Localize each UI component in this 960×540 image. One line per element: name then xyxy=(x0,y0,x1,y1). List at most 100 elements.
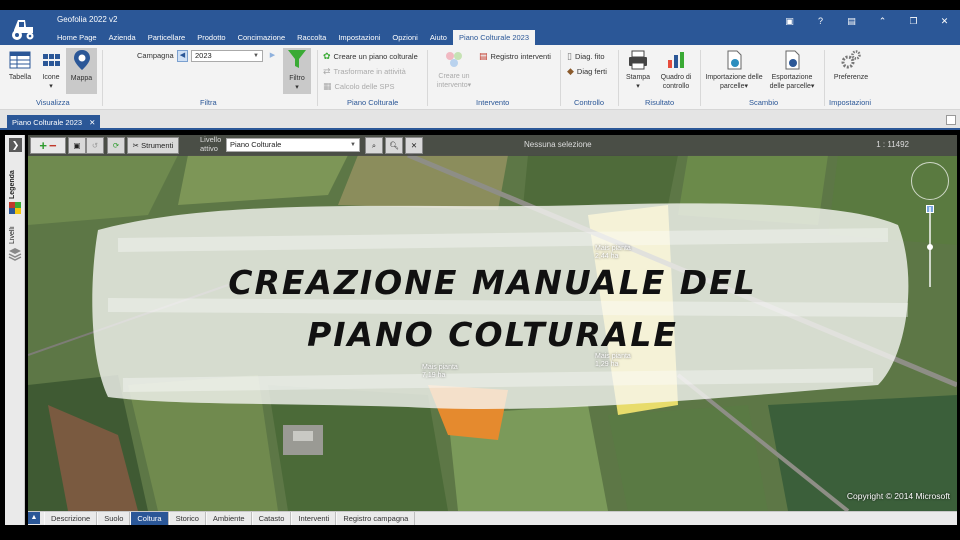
table-icon xyxy=(9,51,31,69)
close-icon[interactable]: ✕ xyxy=(929,14,960,28)
plant-icon: ✿ xyxy=(323,51,331,61)
registro-interventi-button[interactable]: ▤ Registro interventi xyxy=(479,51,551,62)
chevron-down-icon: ▾ xyxy=(810,83,815,90)
group-label-intervento: Intervento xyxy=(476,98,510,107)
campagna-label: Campagna xyxy=(137,51,174,60)
diag-fito-button[interactable]: ▯ Diag. fito xyxy=(567,51,605,62)
map-scale: 1 : 11492 xyxy=(876,140,909,149)
chevron-down-icon: ▾ xyxy=(467,82,472,89)
menu-aiuto[interactable]: Aiuto xyxy=(424,30,453,45)
esportazione-parcelle-button[interactable]: Esportazione delle parcelle▾ xyxy=(764,49,820,95)
map-view[interactable]: Mais pianta 2,44 ha Mais pianta 1,29 ha Ma… xyxy=(28,135,957,511)
chevron-down-icon: ▼ xyxy=(350,142,356,148)
group-label-risultato: Risultato xyxy=(645,98,675,107)
chevron-down-icon: ▾ xyxy=(636,83,640,90)
trasformare-button[interactable]: ⇄ Trasformare in attività xyxy=(323,66,406,77)
creare-intervento-button[interactable]: Creare un intervento▾ xyxy=(432,48,476,94)
menu-prodotto[interactable]: Prodotto xyxy=(191,30,231,45)
expand-panel-icon[interactable]: ❯ xyxy=(9,138,22,152)
transform-icon: ⇄ xyxy=(323,66,331,76)
stampa-button[interactable]: Stampa ▾ xyxy=(622,49,654,95)
diag-ferti-button[interactable]: ◆ Diag ferti xyxy=(567,66,607,77)
intervention-icon xyxy=(446,52,462,67)
fertilizer-icon: ◆ xyxy=(567,66,574,76)
zoom-slider-handle[interactable] xyxy=(927,244,933,250)
screen-icon[interactable]: ▣ xyxy=(774,14,805,28)
tab-storico[interactable]: Storico xyxy=(168,512,206,525)
menu-opzioni[interactable]: Opzioni xyxy=(386,30,423,45)
restore-icon[interactable]: ❐ xyxy=(898,14,929,28)
group-label-scambio: Scambio xyxy=(749,98,779,107)
selection-status: Nessuna selezione xyxy=(524,140,592,149)
add-remove-buttons: + − xyxy=(30,137,66,154)
filtro-button[interactable]: Filtro ▾ xyxy=(283,48,311,94)
window-controls: ▣ ? ▤ ⌃ ❐ ✕ xyxy=(774,14,960,28)
prev-campagna-button[interactable]: ◀ xyxy=(177,50,188,62)
tab-livelli[interactable]: Livelli xyxy=(9,221,21,249)
mappa-button[interactable]: Mappa xyxy=(66,48,97,94)
close-icon[interactable]: ✕ xyxy=(89,115,95,130)
left-panel-rail: ❯ Legenda Livelli xyxy=(5,135,25,525)
save-map-icon[interactable]: ▣ xyxy=(68,137,86,154)
help-icon[interactable]: ? xyxy=(805,14,836,28)
save-icon[interactable]: ▤ xyxy=(836,14,867,28)
parcel-label: Mais pianta 1,29 ha xyxy=(595,353,631,368)
document-icon: ▯ xyxy=(567,51,572,61)
menu-particellare[interactable]: Particellare xyxy=(142,30,192,45)
funnel-icon xyxy=(288,50,306,68)
creare-piano-button[interactable]: ✿ Creare un piano colturale xyxy=(323,51,418,62)
undo-icon[interactable]: ↺ xyxy=(86,137,104,154)
window-title: Geofolia 2022 v2 xyxy=(57,15,118,24)
next-campagna-button[interactable]: ▶ xyxy=(268,50,277,62)
tab-interventi[interactable]: Interventi xyxy=(291,512,337,525)
importazione-parcelle-button[interactable]: Importazione delle parcelle▾ xyxy=(705,49,763,95)
menu-home-page[interactable]: Home Page xyxy=(51,30,103,45)
map-copyright: Copyright © 2014 Microsoft xyxy=(846,491,950,501)
tab-legenda[interactable]: Legenda xyxy=(9,163,21,207)
group-label-controllo: Controllo xyxy=(574,98,605,107)
main-menu: Home Page Azienda Particellare Prodotto … xyxy=(51,30,536,45)
parcel-label: Mais pianta 7,19 ha xyxy=(422,364,458,379)
campagna-select[interactable]: 2023 ▼ xyxy=(191,50,263,62)
chevron-down-icon: ▾ xyxy=(49,83,53,90)
add-icon[interactable]: + xyxy=(39,138,47,153)
calculator-icon: ▦ xyxy=(323,81,332,91)
tab-coltura[interactable]: Coltura xyxy=(130,512,169,525)
menu-impostazioni[interactable]: Impostazioni xyxy=(332,30,386,45)
zoom-search-icon[interactable]: 🔍︎ xyxy=(385,137,403,154)
livello-select[interactable]: Piano Colturale ▼ xyxy=(226,138,360,152)
group-label-impostazioni: Impostazioni xyxy=(829,98,872,107)
headline-line-1: CREAZIONE MANUALE DEL xyxy=(228,263,757,302)
tab-suolo[interactable]: Suolo xyxy=(97,512,131,525)
tab-catasto[interactable]: Catasto xyxy=(251,512,292,525)
ribbon-divider xyxy=(700,50,701,106)
tab-menu-icon[interactable] xyxy=(946,115,956,125)
clear-selection-icon[interactable]: ✕ xyxy=(405,137,423,154)
tab-ambiente[interactable]: Ambiente xyxy=(205,512,252,525)
ribbon: Tabella Icone ▾ Mappa Visualizza Campagna… xyxy=(0,45,960,110)
zoom-extent-icon[interactable]: ⌕ xyxy=(365,137,383,154)
icone-button[interactable]: Icone ▾ xyxy=(37,49,65,95)
calcolo-sps-button[interactable]: ▦ Calcolo delle SPS xyxy=(323,81,395,92)
tab-descrizione[interactable]: Descrizione xyxy=(44,512,98,525)
strumenti-button[interactable]: ✂ Strumenti xyxy=(127,137,179,154)
quadro-controllo-button[interactable]: Quadro di controllo xyxy=(656,49,696,95)
livello-attivo-label: Livello attivo xyxy=(200,135,222,153)
ribbon-divider xyxy=(824,50,825,106)
tab-registro-campagna[interactable]: Registro campagna xyxy=(336,512,416,525)
chevron-down-icon: ▼ xyxy=(253,53,259,59)
map-pin-icon xyxy=(73,50,90,70)
headline-line-2: PIANO COLTURALE xyxy=(307,315,678,354)
menu-concimazione[interactable]: Concimazione xyxy=(232,30,292,45)
menu-piano-colturale[interactable]: Piano Colturale 2023 xyxy=(452,30,536,45)
remove-icon[interactable]: − xyxy=(49,138,57,153)
tab-piano-colturale[interactable]: Piano Colturale 2023 ✕ xyxy=(7,115,101,130)
menu-azienda[interactable]: Azienda xyxy=(103,30,142,45)
menu-raccolta[interactable]: Raccolta xyxy=(291,30,332,45)
collapse-ribbon-icon[interactable]: ⌃ xyxy=(867,14,898,28)
tabella-button[interactable]: Tabella xyxy=(5,49,35,95)
refresh-icon[interactable]: ⟳ xyxy=(107,137,125,154)
expand-details-icon[interactable]: ▲ xyxy=(28,512,40,524)
compass-nav-control[interactable] xyxy=(911,162,949,200)
preferenze-button[interactable]: Preferenze xyxy=(830,49,872,95)
